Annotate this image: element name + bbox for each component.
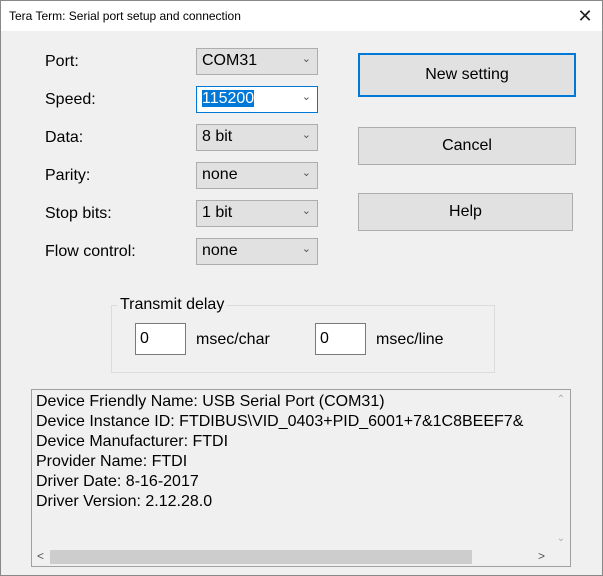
horizontal-scrollbar[interactable]: < > bbox=[32, 548, 554, 566]
transmit-delay-label: Transmit delay bbox=[117, 296, 228, 314]
port-select[interactable]: COM31 ⌄ bbox=[196, 48, 318, 75]
info-line: Driver Date: 8-16-2017 bbox=[36, 473, 199, 490]
info-line: Device Manufacturer: FTDI bbox=[36, 433, 229, 450]
parity-value: none bbox=[202, 166, 238, 183]
new-setting-button[interactable]: New setting bbox=[358, 53, 576, 97]
scroll-left-icon[interactable]: < bbox=[37, 549, 44, 563]
port-label: Port: bbox=[45, 53, 79, 70]
vertical-scrollbar[interactable]: ⌃ ⌄ bbox=[552, 390, 570, 548]
cancel-button[interactable]: Cancel bbox=[358, 127, 576, 165]
scroll-up-icon[interactable]: ⌃ bbox=[552, 394, 570, 405]
scroll-down-icon[interactable]: ⌄ bbox=[552, 533, 570, 544]
help-button[interactable]: Help bbox=[358, 193, 573, 231]
port-value: COM31 bbox=[202, 52, 258, 69]
window-title: Tera Term: Serial port setup and connect… bbox=[9, 9, 241, 23]
flow-control-select[interactable]: none ⌄ bbox=[196, 238, 318, 265]
close-icon[interactable]: ✕ bbox=[571, 3, 599, 29]
data-value: 8 bit bbox=[202, 128, 233, 145]
title-bar: Tera Term: Serial port setup and connect… bbox=[1, 1, 602, 31]
info-line: Device Instance ID: FTDIBUS\VID_0403+PID… bbox=[36, 413, 524, 430]
stop-bits-label: Stop bits: bbox=[45, 205, 112, 222]
scroll-right-icon[interactable]: > bbox=[538, 549, 545, 563]
flow-control-value: none bbox=[202, 242, 238, 259]
flow-control-label: Flow control: bbox=[45, 243, 136, 260]
scrollbar-thumb[interactable] bbox=[50, 550, 472, 564]
info-line: Device Friendly Name: USB Serial Port (C… bbox=[36, 393, 385, 410]
msec-char-input[interactable]: 0 bbox=[135, 323, 186, 355]
chevron-down-icon: ⌄ bbox=[301, 91, 311, 103]
msec-char-label: msec/char bbox=[196, 331, 270, 348]
chevron-down-icon: ⌄ bbox=[301, 205, 311, 217]
speed-label: Speed: bbox=[45, 91, 96, 108]
info-line: Driver Version: 2.12.28.0 bbox=[36, 493, 213, 510]
parity-select[interactable]: none ⌄ bbox=[196, 162, 318, 189]
chevron-down-icon: ⌄ bbox=[301, 243, 311, 255]
parity-label: Parity: bbox=[45, 167, 91, 184]
data-select[interactable]: 8 bit ⌄ bbox=[196, 124, 318, 151]
chevron-down-icon: ⌄ bbox=[301, 167, 311, 179]
chevron-down-icon: ⌄ bbox=[301, 129, 311, 141]
info-line: Provider Name: FTDI bbox=[36, 453, 188, 470]
stop-bits-value: 1 bit bbox=[202, 204, 233, 221]
serial-setup-dialog: Tera Term: Serial port setup and connect… bbox=[0, 0, 603, 576]
device-info-box[interactable]: Device Friendly Name: USB Serial Port (C… bbox=[31, 389, 571, 567]
data-label: Data: bbox=[45, 129, 84, 146]
msec-line-input[interactable]: 0 bbox=[315, 323, 366, 355]
stop-bits-select[interactable]: 1 bit ⌄ bbox=[196, 200, 318, 227]
msec-line-label: msec/line bbox=[376, 331, 444, 348]
speed-select[interactable]: 115200 ⌄ bbox=[196, 86, 318, 113]
speed-value: 115200 bbox=[202, 90, 255, 107]
chevron-down-icon: ⌄ bbox=[301, 53, 311, 65]
